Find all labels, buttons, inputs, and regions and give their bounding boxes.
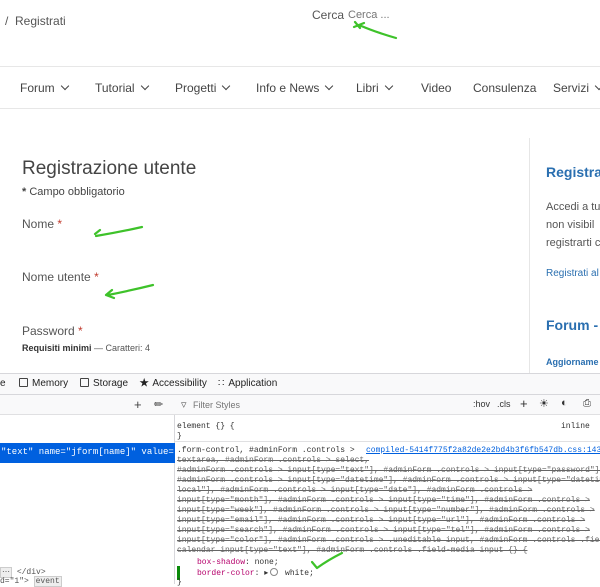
column-divider: [529, 138, 530, 373]
annotation-mark-border-color: [310, 551, 344, 570]
selected-node[interactable]: "text" name="jform[name]" value="": [0, 443, 175, 463]
rule-source-link[interactable]: compiled-5414f775f2a82de2e2bd4b3f6fb547d…: [366, 446, 600, 455]
sidebar-text-line: non visibil: [546, 219, 595, 231]
annotation-mark-nome-utente: [104, 283, 155, 300]
rule-selector[interactable]: local"], #adminForm .controls > input[ty…: [177, 486, 532, 495]
sidebar-updates-label[interactable]: Aggiorname: [546, 357, 599, 367]
chevron-down-icon: [325, 81, 334, 91]
element-rule[interactable]: element {} {: [177, 422, 235, 431]
rules-panel: ▿ :hov .cls + ☀ ◐ ⎙ element {} { inline …: [175, 395, 600, 587]
devtools-tabbar: e Memory Storage ✭ Accessibility ∷ Applica…: [0, 373, 600, 395]
tab-memory[interactable]: Memory: [19, 378, 68, 389]
nav-item-libri[interactable]: Libri: [356, 81, 393, 95]
rule-selector[interactable]: #adminForm .controls > input[type="text"…: [177, 466, 600, 475]
inspector-markup-panel: + ✏ "text" name="jform[name]" value="" ⋯…: [0, 395, 175, 587]
main-nav: Forum Tutorial Progetti Info e News Libr…: [0, 66, 600, 109]
dark-mode-icon[interactable]: ◐: [561, 397, 568, 409]
nav-item-forum[interactable]: Forum: [20, 81, 69, 95]
rule-selector[interactable]: input[type="week"], #adminForm .controls…: [177, 506, 595, 515]
sidebar-forum-title: Forum -: [546, 317, 599, 333]
rule-selector[interactable]: input[type="email"], #adminForm .control…: [177, 516, 585, 525]
nav-item-info-news[interactable]: Info e News: [256, 81, 334, 95]
filter-styles-input[interactable]: [193, 398, 443, 412]
element-rule-close: }: [177, 432, 182, 441]
tab-debugger-partial[interactable]: e: [0, 378, 6, 389]
nav-item-progetti[interactable]: Progetti: [175, 81, 231, 95]
hov-toggle[interactable]: :hov: [473, 399, 490, 409]
sidebar-text-line: Accedi a tu: [546, 201, 600, 213]
field-label-nome-utente: Nome utente *: [22, 270, 99, 284]
rule-selector[interactable]: input[type="color"], #adminForm .control…: [177, 536, 600, 545]
event-badge: event: [33, 576, 62, 587]
cls-toggle[interactable]: .cls: [497, 399, 511, 409]
page-title: Registrazione utente: [22, 158, 197, 179]
search-label: Cerca: [312, 8, 345, 22]
required-note: * Campo obbligatorio: [22, 186, 125, 198]
nav-item-consulenza[interactable]: Consulenza: [473, 81, 536, 95]
nav-item-servizi[interactable]: Servizi: [553, 81, 600, 95]
markup-toolbar: + ✏: [0, 395, 175, 415]
nav-item-video[interactable]: Video: [421, 81, 451, 95]
chevron-down-icon: [140, 81, 149, 91]
sidebar-text-line: registrarti c: [546, 237, 600, 249]
sidebar-register-link[interactable]: Registrati al: [546, 268, 599, 279]
breadcrumb-current[interactable]: Registrati: [15, 14, 66, 28]
rule-selector[interactable]: input[type="search"], #adminForm .contro…: [177, 526, 590, 535]
rule-selector[interactable]: .form-control, #adminForm .controls >: [177, 446, 355, 455]
rule-selector[interactable]: calendar input[type="text"], #adminForm …: [177, 546, 527, 555]
chevron-down-icon: [594, 81, 600, 91]
eyedropper-icon[interactable]: ✏: [154, 398, 163, 411]
memory-icon: [19, 378, 28, 387]
chevron-down-icon: [60, 81, 69, 91]
rules-filter-bar: ▿ :hov .cls + ☀ ◐ ⎙: [175, 395, 600, 415]
add-node-icon[interactable]: +: [134, 397, 142, 412]
rule-selector[interactable]: input[type="month"], #adminForm .control…: [177, 496, 590, 505]
password-requirements: Requisiti minimi — Caratteri: 4: [22, 343, 151, 353]
inline-label: inline: [561, 422, 590, 431]
add-rule-icon[interactable]: +: [520, 396, 528, 411]
chevron-down-icon: [222, 81, 231, 91]
rule-selector[interactable]: #adminForm .controls > input[type="datet…: [177, 476, 600, 485]
chevron-down-icon: [384, 81, 393, 91]
markup-line[interactable]: d="1"> event: [0, 576, 62, 587]
breadcrumb: / Registrati: [5, 14, 66, 28]
css-prop-box-shadow[interactable]: box-shadow: none;: [197, 558, 279, 567]
tab-application[interactable]: ∷ Application: [218, 378, 277, 389]
accessibility-icon: ✭: [140, 378, 149, 389]
sidebar-title: Registra: [546, 164, 600, 180]
rule-close: }: [177, 578, 182, 587]
rule-separator: [175, 441, 600, 442]
field-label-nome: Nome *: [22, 217, 63, 231]
color-swatch[interactable]: [270, 568, 279, 576]
css-prop-border-color[interactable]: border-color: ▸ white;: [197, 568, 314, 578]
print-icon[interactable]: ⎙: [583, 398, 591, 409]
storage-icon: [80, 378, 89, 387]
grid-icon: ∷: [218, 378, 225, 389]
filter-icon: ▿: [181, 399, 187, 411]
top-bar: / Registrati Cerca: [0, 0, 600, 44]
rule-selector[interactable]: textarea, #adminForm .controls > select,: [177, 456, 369, 465]
annotation-mark-nome: [93, 225, 144, 238]
light-mode-icon[interactable]: ☀: [539, 397, 549, 410]
form-header: Registrazione utente: [22, 158, 502, 180]
nav-item-tutorial[interactable]: Tutorial: [95, 81, 149, 95]
expand-arrow-icon[interactable]: ▸: [264, 569, 268, 578]
annotation-mark-search: [352, 20, 398, 40]
tab-accessibility[interactable]: ✭ Accessibility: [140, 378, 207, 389]
breadcrumb-separator: /: [5, 14, 9, 28]
tab-storage[interactable]: Storage: [80, 378, 128, 389]
field-label-password: Password *: [22, 324, 83, 338]
